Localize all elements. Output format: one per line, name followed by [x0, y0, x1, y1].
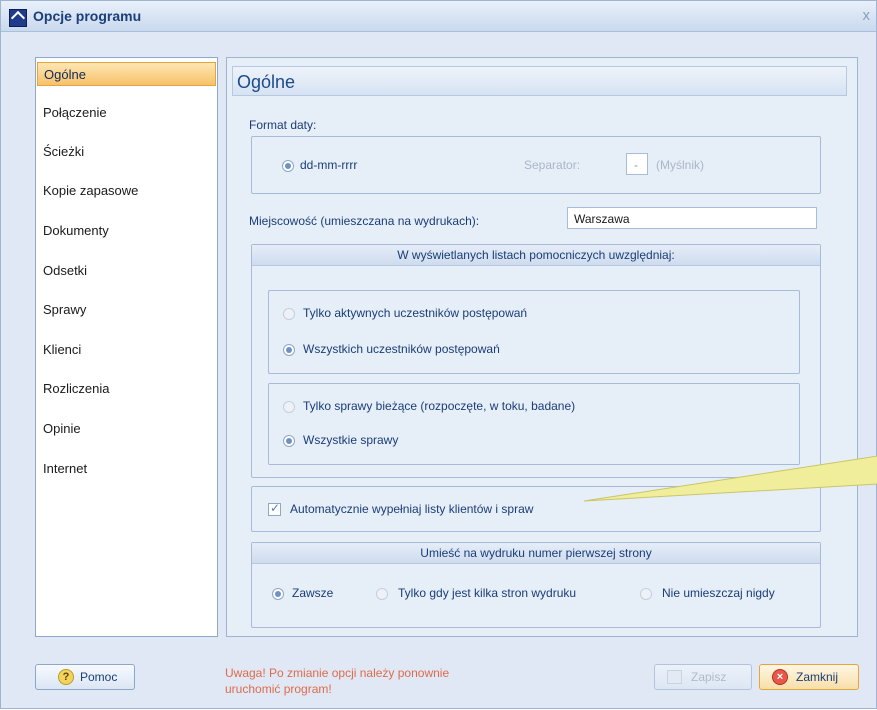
close-button[interactable]: × Zamknij	[759, 664, 859, 690]
callout-pointer	[583, 455, 877, 502]
save-button[interactable]: Zapisz	[654, 664, 752, 690]
cancel-icon: ×	[772, 669, 788, 685]
restart-warning: Uwaga! Po zmianie opcji należy ponownie …	[225, 666, 450, 696]
help-button[interactable]: ? Pomoc	[35, 664, 135, 690]
save-button-label: Zapisz	[691, 670, 727, 684]
close-button-label: Zamknij	[796, 670, 839, 684]
save-icon	[667, 670, 682, 684]
help-icon: ?	[58, 669, 74, 685]
help-button-label: Pomoc	[80, 670, 118, 684]
options-window: Opcje programu x Ogólne Połączenie Ścież…	[0, 0, 877, 709]
